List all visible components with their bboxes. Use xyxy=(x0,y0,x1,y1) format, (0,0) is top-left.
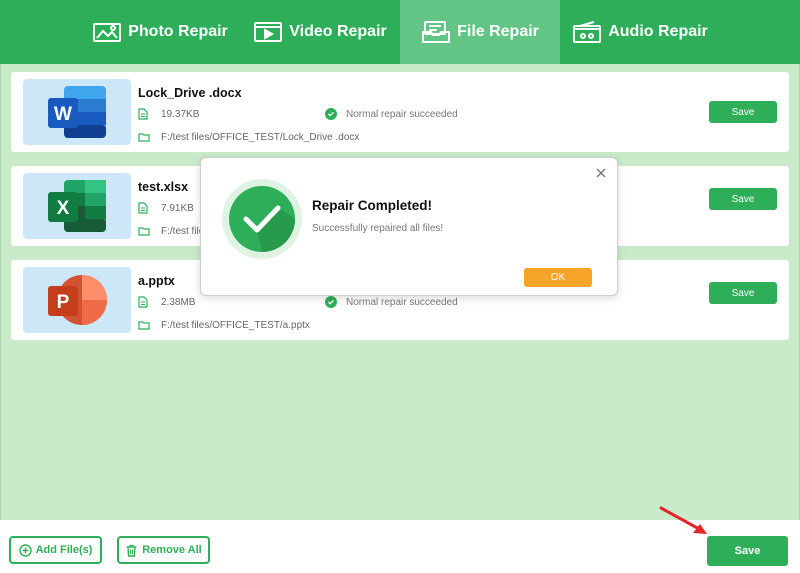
photo-icon xyxy=(93,23,122,42)
repair-status: Normal repair succeeded xyxy=(346,297,458,308)
file-name: Lock_Drive .docx xyxy=(138,86,242,100)
powerpoint-icon: P xyxy=(48,275,107,325)
ok-button[interactable]: OK xyxy=(524,268,592,287)
svg-text:X: X xyxy=(57,198,70,219)
file-name: a.pptx xyxy=(138,274,175,288)
folder-icon xyxy=(138,133,150,142)
check-circle-icon xyxy=(325,108,337,120)
dialog-message: Successfully repaired all files! xyxy=(312,223,444,234)
file-thumbnail: W xyxy=(23,79,131,145)
tab-label: Photo Repair xyxy=(128,23,228,40)
audio-icon xyxy=(573,21,602,43)
folder-icon xyxy=(138,321,150,330)
remove-all-button[interactable]: Remove All xyxy=(117,536,210,564)
close-icon[interactable] xyxy=(594,166,608,180)
trash-icon xyxy=(126,544,137,557)
remove-all-label: Remove All xyxy=(142,544,202,556)
tab-label: Video Repair xyxy=(289,23,387,40)
tab-bar: Photo Repair Video Repair File Repair Au… xyxy=(0,0,800,64)
save-button[interactable]: Save xyxy=(709,101,777,123)
word-icon: W xyxy=(48,86,106,138)
file-name: test.xlsx xyxy=(138,180,189,194)
tab-label: Audio Repair xyxy=(608,23,708,40)
file-path: F:/test files/OFFICE_TEST/a.pptx xyxy=(161,320,310,331)
document-icon xyxy=(138,202,148,214)
save-button[interactable]: Save xyxy=(709,282,777,304)
plus-circle-icon xyxy=(18,543,32,557)
svg-text:W: W xyxy=(54,104,72,125)
tab-video-repair[interactable]: Video Repair xyxy=(240,0,400,64)
document-icon xyxy=(138,108,148,120)
tab-file-repair[interactable]: File Repair xyxy=(400,0,560,64)
check-circle-icon xyxy=(325,296,337,308)
file-icon xyxy=(422,21,451,43)
repair-status: Normal repair succeeded xyxy=(346,109,458,120)
dialog-title: Repair Completed! xyxy=(312,198,433,213)
save-button[interactable]: Save xyxy=(709,188,777,210)
video-icon xyxy=(254,22,283,42)
tab-audio-repair[interactable]: Audio Repair xyxy=(560,0,720,64)
file-path: F:/test files/OFFICE_TEST/Lock_Drive .do… xyxy=(161,132,360,143)
excel-icon: X xyxy=(48,180,106,232)
save-all-button[interactable]: Save xyxy=(707,536,788,566)
file-size: 2.38MB xyxy=(161,297,196,308)
repair-completed-dialog: Repair Completed! Successfully repaired … xyxy=(200,157,618,296)
tab-label: File Repair xyxy=(457,23,539,40)
svg-text:P: P xyxy=(57,292,70,313)
file-card: W Lock_Drive .docx 19.37KB F:/test files… xyxy=(11,72,789,152)
document-icon xyxy=(138,296,148,308)
success-check-icon xyxy=(222,179,302,259)
file-size: 7.91KB xyxy=(161,203,194,214)
folder-icon xyxy=(138,227,150,236)
file-thumbnail: P xyxy=(23,267,131,333)
file-size: 19.37KB xyxy=(161,109,200,120)
tab-photo-repair[interactable]: Photo Repair xyxy=(80,0,240,64)
add-files-button[interactable]: Add File(s) xyxy=(9,536,102,564)
red-arrow-annotation xyxy=(659,506,707,534)
add-files-label: Add File(s) xyxy=(35,544,93,556)
file-thumbnail: X xyxy=(23,173,131,239)
